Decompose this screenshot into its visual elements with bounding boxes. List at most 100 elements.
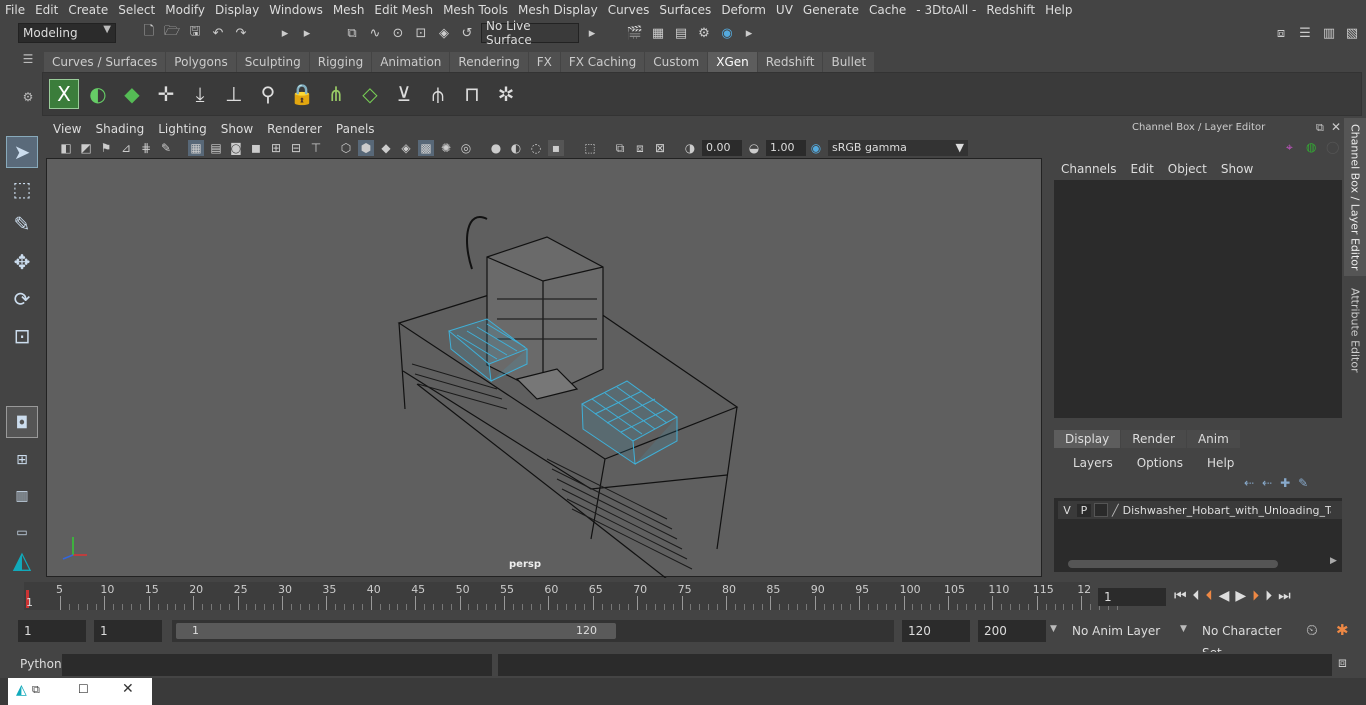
shelf-tab[interactable]: Custom: [645, 52, 708, 72]
close-icon[interactable]: ✕: [122, 681, 134, 697]
select-tool-icon[interactable]: ➤: [6, 136, 38, 168]
menu-item[interactable]: Select: [113, 3, 160, 17]
film-gate-icon[interactable]: ✎: [158, 140, 174, 156]
gear-icon[interactable]: ⚙: [18, 90, 38, 110]
outliner-icon[interactable]: ☰: [1296, 24, 1314, 42]
snap-grid-icon[interactable]: ⧉: [343, 24, 361, 42]
xgen-guides-icon[interactable]: ◐: [83, 79, 113, 109]
groom-icon[interactable]: ⋔: [321, 79, 351, 109]
tool-settings-icon[interactable]: ▧: [1343, 24, 1361, 42]
save-scene-icon[interactable]: 🖫: [186, 24, 204, 42]
wireframe-shade-icon[interactable]: ⬡: [338, 140, 354, 156]
layer-scrollbar[interactable]: [1068, 560, 1278, 568]
menu-item[interactable]: File: [0, 3, 30, 17]
layer-playback-toggle[interactable]: P: [1077, 503, 1091, 517]
smooth-shade-icon[interactable]: ⬢: [358, 140, 374, 156]
shelf-tab[interactable]: FX Caching: [560, 52, 645, 72]
snap-point-icon[interactable]: ⊙: [389, 24, 407, 42]
command-language-label[interactable]: Python: [20, 657, 62, 671]
anim-layer-dropdown[interactable]: No Anim Layer: [1066, 620, 1170, 642]
exposure-icon[interactable]: ◑: [682, 140, 698, 156]
side-tab-channel-box[interactable]: Channel Box / Layer Editor: [1344, 118, 1366, 276]
exposure-field[interactable]: 0.00: [702, 140, 742, 156]
viewport-menu-item[interactable]: View: [46, 122, 88, 136]
step-back-icon[interactable]: ⏴: [1193, 588, 1206, 604]
maya-app-icon[interactable]: ◭: [16, 682, 27, 698]
step-forward-key-icon[interactable]: ⏵: [1252, 588, 1265, 604]
lasso-tool-icon[interactable]: ⬚: [6, 173, 38, 205]
snap-view-icon[interactable]: ⊡: [412, 24, 430, 42]
attribute-editor-icon[interactable]: ▥: [1320, 24, 1338, 42]
menu-item[interactable]: Modify: [160, 3, 210, 17]
start-time-field[interactable]: 1: [18, 620, 86, 642]
menu-item[interactable]: Surfaces: [654, 3, 716, 17]
layer-tab[interactable]: Anim: [1186, 430, 1240, 448]
layer-menu-item[interactable]: Options: [1120, 456, 1190, 470]
layer-action-icons[interactable]: ⇠⇠✚✎: [1244, 476, 1316, 490]
snap-live-icon[interactable]: ↺: [458, 24, 476, 42]
menu-item[interactable]: Generate: [798, 3, 864, 17]
shelf-tab[interactable]: Curves / Surfaces: [44, 52, 166, 72]
separator-arrow-icon[interactable]: ▸: [276, 24, 294, 42]
xgen-leaf-icon[interactable]: ◆: [117, 79, 147, 109]
restore-icon[interactable]: ⧉: [32, 683, 40, 697]
render-frame-icon[interactable]: 🎬: [626, 24, 644, 42]
color-management-icon[interactable]: ◉: [808, 140, 824, 156]
menu-item[interactable]: Mesh Display: [513, 3, 603, 17]
step-back-key-icon[interactable]: ⏴: [1206, 588, 1219, 604]
hypershade-icon[interactable]: ◉: [718, 24, 736, 42]
layer-color-swatch[interactable]: [1094, 503, 1108, 517]
append-guide-icon[interactable]: ⊥: [219, 79, 249, 109]
shelf-tab[interactable]: Bullet: [823, 52, 875, 72]
xray-icon[interactable]: ▩: [418, 140, 434, 156]
step-forward-icon[interactable]: ⏵: [1265, 588, 1278, 604]
viewport-menu-item[interactable]: Shading: [88, 122, 151, 136]
menu-item[interactable]: Create: [63, 3, 113, 17]
layer-menu-item[interactable]: Help: [1190, 456, 1241, 470]
shelf-menu-icon[interactable]: ☰: [18, 52, 38, 72]
viewport-menu-item[interactable]: Lighting: [151, 122, 214, 136]
shelf-tab[interactable]: Redshift: [757, 52, 823, 72]
new-scene-icon[interactable]: 🗋: [140, 24, 158, 42]
shelf-tab[interactable]: Sculpting: [236, 52, 309, 72]
close-icon[interactable]: ✕: [1331, 120, 1341, 134]
multisample-icon[interactable]: ◌: [528, 140, 544, 156]
snap-surface-icon[interactable]: ◈: [435, 24, 453, 42]
shelf-tab[interactable]: Rendering: [450, 52, 528, 72]
live-surface-field[interactable]: No Live Surface: [481, 19, 579, 47]
move-tool-icon[interactable]: ✥: [6, 246, 38, 278]
chevron-down-icon[interactable]: ▼: [1180, 624, 1187, 634]
menu-item[interactable]: Mesh: [328, 3, 370, 17]
separator-arrow-icon[interactable]: ▸: [583, 24, 601, 42]
play-forwards-icon[interactable]: ▶: [1235, 588, 1252, 604]
viewport-menu-item[interactable]: Show: [214, 122, 260, 136]
rotate-tool-icon[interactable]: ⟳: [6, 283, 38, 315]
select-guide-icon[interactable]: ⚲: [253, 79, 283, 109]
single-pane-icon[interactable]: ◘: [6, 406, 38, 438]
menu-item[interactable]: Windows: [264, 3, 328, 17]
bookmark-icon[interactable]: ⚑: [98, 140, 114, 156]
isolate-select-icon[interactable]: ⬚: [582, 140, 598, 156]
lock-icon[interactable]: ◯: [1326, 140, 1339, 154]
xgen-editor-icon[interactable]: X: [49, 79, 79, 109]
separator-arrow-icon[interactable]: ▸: [740, 24, 758, 42]
shelf-tab[interactable]: FX: [528, 52, 560, 72]
viewport-menu-item[interactable]: Renderer: [260, 122, 329, 136]
range-slider-handle[interactable]: [176, 623, 616, 639]
manipulator-icon[interactable]: ◍: [1306, 140, 1316, 154]
safe-action-icon[interactable]: ⊞: [268, 140, 284, 156]
comb-guide-icon[interactable]: ⫛: [423, 79, 453, 109]
open-scene-icon[interactable]: 🗁: [163, 24, 181, 42]
preview-icon[interactable]: ✲: [491, 79, 521, 109]
workspace-icon[interactable]: ⧈: [1272, 24, 1290, 42]
shadows-icon[interactable]: ◎: [458, 140, 474, 156]
playback-start-field[interactable]: 1: [94, 620, 162, 642]
gate-mask-icon[interactable]: ◙: [228, 140, 244, 156]
current-frame-field[interactable]: 1: [1098, 588, 1166, 606]
snap-curve-icon[interactable]: ∿: [366, 24, 384, 42]
character-set-dropdown[interactable]: No Character Set: [1196, 620, 1300, 660]
backface-icon[interactable]: ⊠: [652, 140, 668, 156]
menu-item[interactable]: Help: [1040, 3, 1077, 17]
chevron-down-icon[interactable]: ▼: [1050, 624, 1057, 634]
layer-name[interactable]: Dishwasher_Hobart_with_Unloading_Ta: [1123, 504, 1331, 517]
